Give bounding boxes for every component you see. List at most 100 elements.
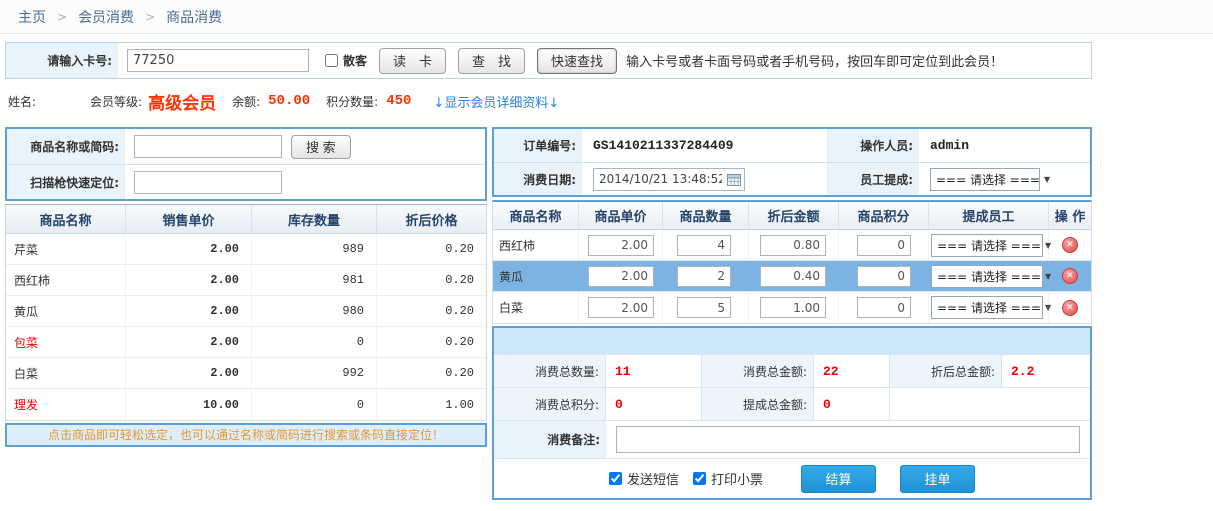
member-name-label: 姓名: xyxy=(8,93,36,110)
product-row[interactable]: 包菜2.0000.20 xyxy=(6,327,486,358)
card-number-label: 请输入卡号: xyxy=(6,43,118,78)
chevron-down-icon: ▼ xyxy=(1044,175,1050,184)
breadcrumb-product-consume[interactable]: 商品消费 xyxy=(166,7,222,27)
cart-table-header: 商品名称 商品单价 商品数量 折后金额 商品积分 提成员工 操 作 xyxy=(493,202,1091,230)
row-staff-select[interactable]: === 请选择 ===▼ xyxy=(931,265,1043,288)
product-table-body: 芹菜2.009890.20西红柿2.009810.20黄瓜2.009800.20… xyxy=(6,234,486,420)
staff-commission-label: 员工提成: xyxy=(827,163,919,195)
breadcrumb-separator: > xyxy=(145,10,155,24)
col-stock-qty: 库存数量 xyxy=(252,205,377,233)
product-row[interactable]: 白菜2.009920.20 xyxy=(6,358,486,389)
hold-order-button[interactable]: 挂单 xyxy=(900,465,975,493)
discount-amount-input[interactable] xyxy=(760,235,826,256)
order-no-value: GS1410211337284409 xyxy=(582,138,827,153)
quick-find-button[interactable]: 快速查找 xyxy=(537,48,617,74)
col-sale-price: 销售单价 xyxy=(126,205,252,233)
unit-price-input[interactable] xyxy=(588,266,654,287)
card-number-input[interactable] xyxy=(127,49,309,72)
col-item-name: 商品名称 xyxy=(493,202,579,229)
qty-input[interactable] xyxy=(677,297,731,318)
product-table-header: 商品名称 销售单价 库存数量 折后价格 xyxy=(6,205,486,234)
send-sms-checkbox[interactable] xyxy=(609,472,622,485)
product-search-box: 商品名称或简码: 搜 索 扫描枪快速定位: xyxy=(5,127,487,201)
total-qty-value: 11 xyxy=(606,355,702,387)
total-points-label: 消费总积分: xyxy=(494,388,606,420)
product-row[interactable]: 黄瓜2.009800.20 xyxy=(6,296,486,327)
send-sms-label: 发送短信 xyxy=(627,469,679,488)
cart-row[interactable]: 黄瓜=== 请选择 ===▼✕ xyxy=(493,261,1091,292)
col-unit-price: 商品单价 xyxy=(579,202,663,229)
remark-input[interactable] xyxy=(616,426,1080,453)
total-commission-value: 0 xyxy=(814,388,890,420)
cart-table: 商品名称 商品单价 商品数量 折后金额 商品积分 提成员工 操 作 西红柿===… xyxy=(492,200,1092,324)
walk-in-label: 散客 xyxy=(343,52,367,69)
item-points-input[interactable] xyxy=(857,297,911,318)
product-search-label: 商品名称或简码: xyxy=(7,129,125,164)
total-amount-value: 22 xyxy=(814,355,890,387)
member-level-value: 高级会员 xyxy=(148,89,216,114)
consume-date-label: 消费日期: xyxy=(494,163,582,195)
order-info-box: 订单编号: GS1410211337284409 操作人员: admin 消费日… xyxy=(492,127,1092,197)
balance-value: 50.00 xyxy=(268,93,310,109)
total-commission-label: 提成总金额: xyxy=(702,388,814,420)
totals-empty-cell xyxy=(890,388,1090,420)
cart-row[interactable]: 西红柿=== 请选择 ===▼✕ xyxy=(493,230,1091,261)
settle-button[interactable]: 结算 xyxy=(801,465,876,493)
cart-row[interactable]: 白菜=== 请选择 ===▼✕ xyxy=(493,292,1091,323)
total-discount-value: 2.2 xyxy=(1002,355,1090,387)
unit-price-input[interactable] xyxy=(588,235,654,256)
show-member-details-link[interactable]: ↓显示会员详细资料↓ xyxy=(433,92,559,111)
item-points-input[interactable] xyxy=(857,235,911,256)
card-lookup-hint: 输入卡号或者卡面号码或者手机号码，按回车即可定位到此会员！ xyxy=(626,51,1003,70)
col-commission-staff: 提成员工 xyxy=(929,202,1049,229)
product-search-input[interactable] xyxy=(134,135,282,158)
discount-amount-input[interactable] xyxy=(760,297,826,318)
total-amount-label: 消费总金额: xyxy=(702,355,814,387)
cart-table-body: 西红柿=== 请选择 ===▼✕黄瓜=== 请选择 ===▼✕白菜=== 请选择… xyxy=(493,230,1091,323)
delete-item-icon[interactable]: ✕ xyxy=(1062,237,1078,253)
card-lookup-bar: 请输入卡号: 散客 读 卡 查 找 快速查找 输入卡号或者卡面号码或者手机号码，… xyxy=(5,42,1092,79)
scanner-locate-input[interactable] xyxy=(134,171,282,194)
points-value: 450 xyxy=(386,93,411,109)
member-info-bar: 姓名: 会员等级: 高级会员 余额: 50.00 积分数量: 450 ↓显示会员… xyxy=(8,88,559,114)
row-staff-select[interactable]: === 请选择 ===▼ xyxy=(931,296,1043,319)
product-row[interactable]: 芹菜2.009890.20 xyxy=(6,234,486,265)
order-panel: 订单编号: GS1410211337284409 操作人员: admin 消费日… xyxy=(492,127,1092,500)
product-row[interactable]: 理发10.0001.00 xyxy=(6,389,486,420)
product-panel-hint: 点击商品即可轻松选定，也可以通过名称或简码进行搜索或条码直接定位！ xyxy=(5,423,487,447)
points-label: 积分数量: xyxy=(326,93,378,110)
unit-price-input[interactable] xyxy=(588,297,654,318)
remark-label: 消费备注: xyxy=(494,421,606,458)
operator-value: admin xyxy=(919,138,1090,153)
total-discount-label: 折后总金额: xyxy=(890,355,1002,387)
qty-input[interactable] xyxy=(677,266,731,287)
col-item-points: 商品积分 xyxy=(839,202,929,229)
walk-in-checkbox[interactable] xyxy=(325,54,338,67)
cart-filler-band xyxy=(494,328,1090,354)
breadcrumb-member-consume[interactable]: 会员消费 xyxy=(78,7,134,27)
product-row[interactable]: 西红柿2.009810.20 xyxy=(6,265,486,296)
member-level-label: 会员等级: xyxy=(90,93,142,110)
search-button[interactable]: 搜 索 xyxy=(291,135,351,159)
staff-commission-select[interactable]: === 请选择 ===▼ xyxy=(930,168,1040,191)
row-staff-select[interactable]: === 请选择 ===▼ xyxy=(931,234,1043,257)
delete-item-icon[interactable]: ✕ xyxy=(1062,268,1078,284)
col-discount-price: 折后价格 xyxy=(377,205,486,233)
qty-input[interactable] xyxy=(677,235,731,256)
operator-label: 操作人员: xyxy=(827,129,919,162)
col-operation: 操 作 xyxy=(1049,202,1091,229)
col-qty: 商品数量 xyxy=(663,202,749,229)
consume-date-input[interactable] xyxy=(593,168,745,191)
item-points-input[interactable] xyxy=(857,266,911,287)
delete-item-icon[interactable]: ✕ xyxy=(1062,300,1078,316)
discount-amount-input[interactable] xyxy=(760,266,826,287)
print-ticket-label: 打印小票 xyxy=(711,469,763,488)
read-card-button[interactable]: 读 卡 xyxy=(379,48,446,74)
total-points-value: 0 xyxy=(606,388,702,420)
breadcrumb-home[interactable]: 主页 xyxy=(18,7,46,27)
col-product-name: 商品名称 xyxy=(6,205,126,233)
order-no-label: 订单编号: xyxy=(494,129,582,162)
find-button[interactable]: 查 找 xyxy=(458,48,525,74)
calendar-icon[interactable] xyxy=(727,173,741,186)
print-ticket-checkbox[interactable] xyxy=(693,472,706,485)
